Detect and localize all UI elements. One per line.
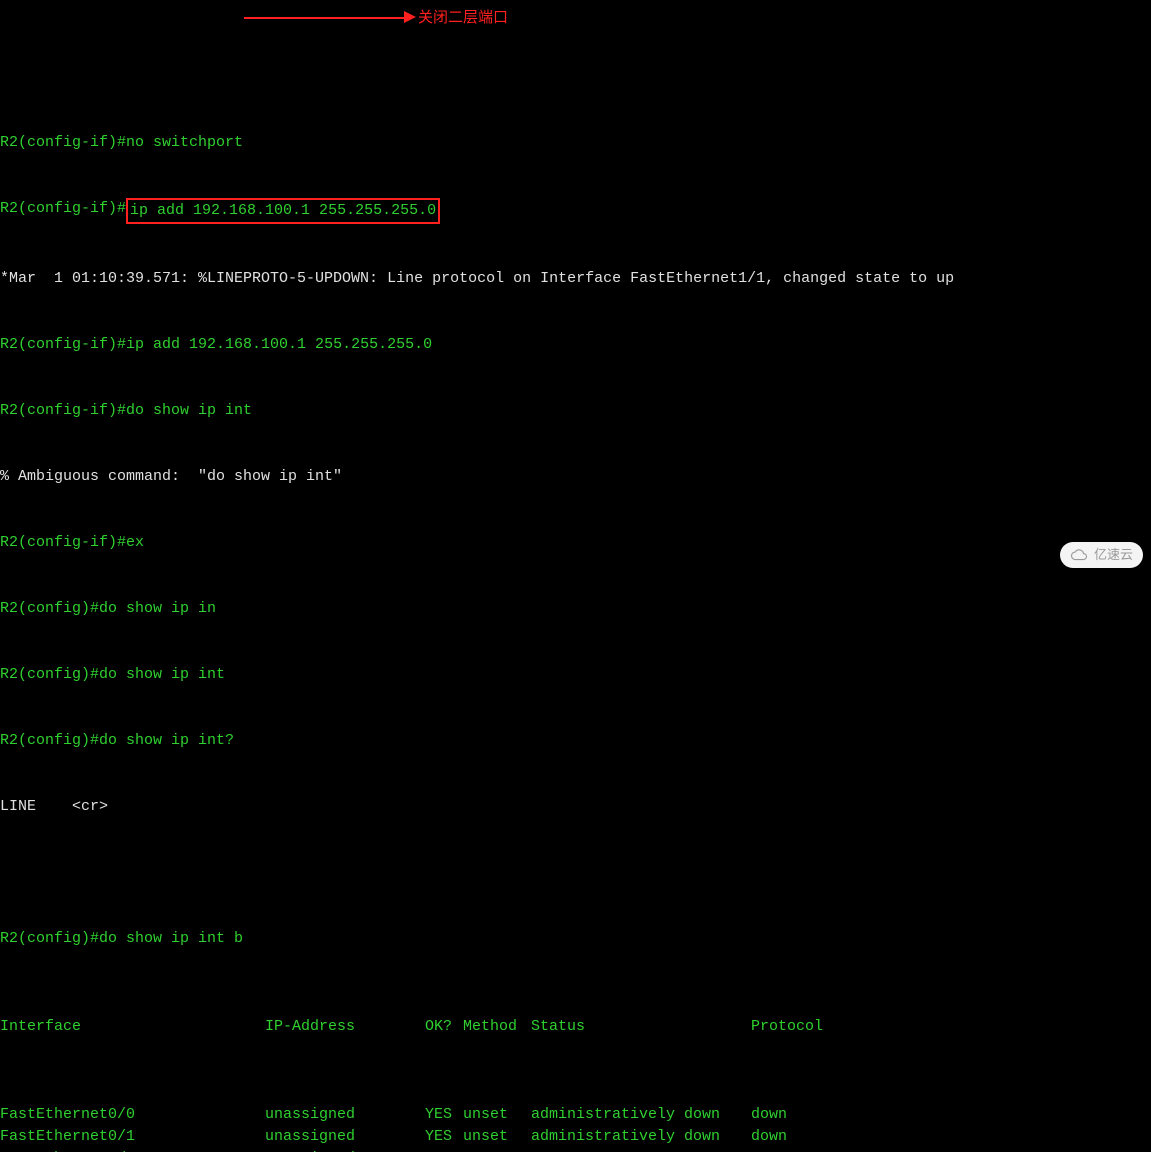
command: ip add 192.168.100.1 255.255.255.0 [130,202,436,219]
command: do show ip in [99,598,216,620]
cell-interface: FastEthernet0/1 [0,1126,265,1148]
prompt: R2(config-if)# [0,400,126,422]
cell-method: unset [463,1126,531,1148]
watermark-text: 亿速云 [1094,544,1133,566]
line-6: R2(config-if)#ex [0,532,1151,554]
line-7: R2(config)#do show ip in [0,598,1151,620]
col-protocol: Protocol [751,1016,823,1038]
prompt: R2(config)# [0,664,99,686]
command: ex [126,532,144,554]
cell-protocol: down [751,1104,787,1126]
command: do show ip int? [99,730,234,752]
log-message: *Mar 1 01:10:39.571: %LINEPROTO-5-UPDOWN… [0,268,954,290]
line-10: LINE <cr> [0,796,1151,818]
line-3: R2(config-if)#ip add 192.168.100.1 255.2… [0,334,1151,356]
line-5: % Ambiguous command: "do show ip int" [0,466,1151,488]
col-method: Method [463,1016,531,1038]
prompt: R2(config-if)# [0,198,126,224]
command: do show ip int b [99,928,243,950]
cell-method: unset [463,1104,531,1126]
table-row: FastEthernet0/1unassignedYESunsetadminis… [0,1126,1151,1148]
prompt: R2(config)# [0,598,99,620]
command: do show ip int [126,400,252,422]
line-11 [0,862,1151,884]
line-9: R2(config)#do show ip int? [0,730,1151,752]
cell-ip: unassigned [265,1126,425,1148]
cloud-icon [1070,548,1088,562]
annotation-label: 关闭二层端口 [418,8,508,30]
annotation-arrow-line [244,17,409,19]
table-header: InterfaceIP-AddressOK?MethodStatusProtoc… [0,1016,1151,1038]
cell-ip: unassigned [265,1148,425,1152]
cell-method: unset [463,1148,531,1152]
cell-ok: YES [425,1126,463,1148]
line-0: R2(config-if)#no switchport [0,132,1151,154]
table-row: FastEthernet1/0unassignedYESunsetupup [0,1148,1151,1152]
help-output: LINE <cr> [0,796,108,818]
highlight-box: ip add 192.168.100.1 255.255.255.0 [126,198,440,224]
watermark-badge: 亿速云 [1060,542,1143,568]
line-12: R2(config)#do show ip int b [0,928,1151,950]
table-row: FastEthernet0/0unassignedYESunsetadminis… [0,1104,1151,1126]
cell-status: administratively down [531,1104,751,1126]
prompt: R2(config-if)# [0,334,126,356]
cell-status: administratively down [531,1126,751,1148]
prompt: R2(config-if)# [0,532,126,554]
cell-protocol: down [751,1126,787,1148]
prompt: R2(config)# [0,928,99,950]
col-interface: Interface [0,1016,265,1038]
line-2: *Mar 1 01:10:39.571: %LINEPROTO-5-UPDOWN… [0,268,1151,290]
cell-protocol: up [751,1148,769,1152]
terminal[interactable]: R2(config-if)#no switchport R2(config-if… [0,88,1151,1152]
col-ok: OK? [425,1016,463,1038]
error-message: % Ambiguous command: "do show ip int" [0,466,342,488]
cell-ok: YES [425,1104,463,1126]
command: no switchport [126,132,243,154]
col-ip: IP-Address [265,1016,425,1038]
cell-interface: FastEthernet1/0 [0,1148,265,1152]
line-1: R2(config-if)#ip add 192.168.100.1 255.2… [0,198,1151,224]
cell-ip: unassigned [265,1104,425,1126]
annotation-arrow-head [404,11,416,23]
command: do show ip int [99,664,225,686]
cell-interface: FastEthernet0/0 [0,1104,265,1126]
cell-status: up [531,1148,751,1152]
prompt: R2(config)# [0,730,99,752]
col-status: Status [531,1016,751,1038]
command: ip add 192.168.100.1 255.255.255.0 [126,334,432,356]
cell-ok: YES [425,1148,463,1152]
prompt: R2(config-if)# [0,132,126,154]
line-4: R2(config-if)#do show ip int [0,400,1151,422]
line-8: R2(config)#do show ip int [0,664,1151,686]
